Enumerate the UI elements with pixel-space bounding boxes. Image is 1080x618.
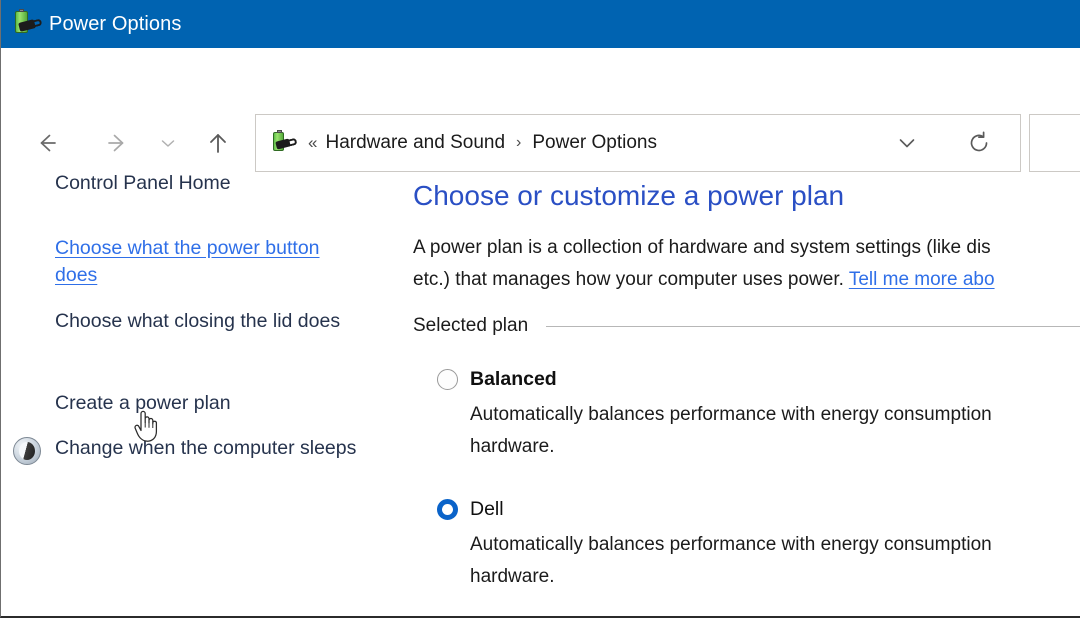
sidebar-item-choose-closing-lid[interactable]: Choose what closing the lid does (55, 308, 375, 335)
selected-plan-label: Selected plan (413, 315, 528, 337)
main-content: Choose or customize a power plan A power… (401, 140, 1080, 618)
page-title: Choose or customize a power plan (413, 180, 844, 212)
power-plan-balanced[interactable]: Balanced Automatically balances performa… (437, 368, 1080, 463)
power-plan-dell-name: Dell (470, 498, 504, 521)
power-options-window: Power Options (0, 0, 1080, 618)
page-description-line-1: A power plan is a collection of hardware… (413, 237, 991, 258)
power-plan-dell-description-line-2: hardware. (470, 561, 1080, 593)
power-plan-balanced-description-line-1: Automatically balances performance with … (470, 404, 992, 425)
power-plan-balanced-name: Balanced (470, 368, 557, 391)
power-plan-balanced-description: Automatically balances performance with … (470, 399, 1080, 463)
title-bar: Power Options (1, 0, 1080, 48)
sleep-shield-icon (13, 437, 41, 465)
sidebar-item-choose-power-button[interactable]: Choose what the power button does (55, 235, 367, 289)
pointing-hand-cursor (131, 407, 161, 445)
power-plan-dell[interactable]: Dell Automatically balances performance … (437, 498, 1080, 593)
selected-plan-group-header: Selected plan (413, 315, 1080, 337)
sidebar-item-create-power-plan[interactable]: Create a power plan (55, 390, 375, 417)
radio-dell[interactable] (437, 499, 458, 520)
selected-plan-group: Selected plan (413, 315, 1080, 337)
sidebar: Control Panel Home Choose what the power… (1, 140, 401, 618)
power-plan-dell-row[interactable]: Dell (437, 498, 1080, 521)
sidebar-item-control-panel-home[interactable]: Control Panel Home (55, 170, 375, 197)
power-plan-dell-description: Automatically balances performance with … (470, 529, 1080, 593)
navigation-toolbar: « Hardware and Sound › Power Options (1, 48, 1080, 134)
power-plan-dell-description-line-1: Automatically balances performance with … (470, 534, 992, 555)
tell-me-more-link[interactable]: Tell me more abo (849, 269, 995, 290)
page-description-line-2: etc.) that manages how your computer use… (413, 269, 849, 290)
sidebar-item-change-when-computer-sleeps[interactable]: Change when the computer sleeps (55, 435, 375, 462)
power-plan-balanced-description-line-2: hardware. (470, 431, 1080, 463)
radio-balanced[interactable] (437, 369, 458, 390)
power-plug-battery-icon (11, 9, 41, 39)
page-description: A power plan is a collection of hardware… (413, 232, 1080, 296)
window-title: Power Options (49, 13, 181, 36)
group-divider (546, 326, 1080, 327)
power-plan-balanced-row[interactable]: Balanced (437, 368, 1080, 391)
